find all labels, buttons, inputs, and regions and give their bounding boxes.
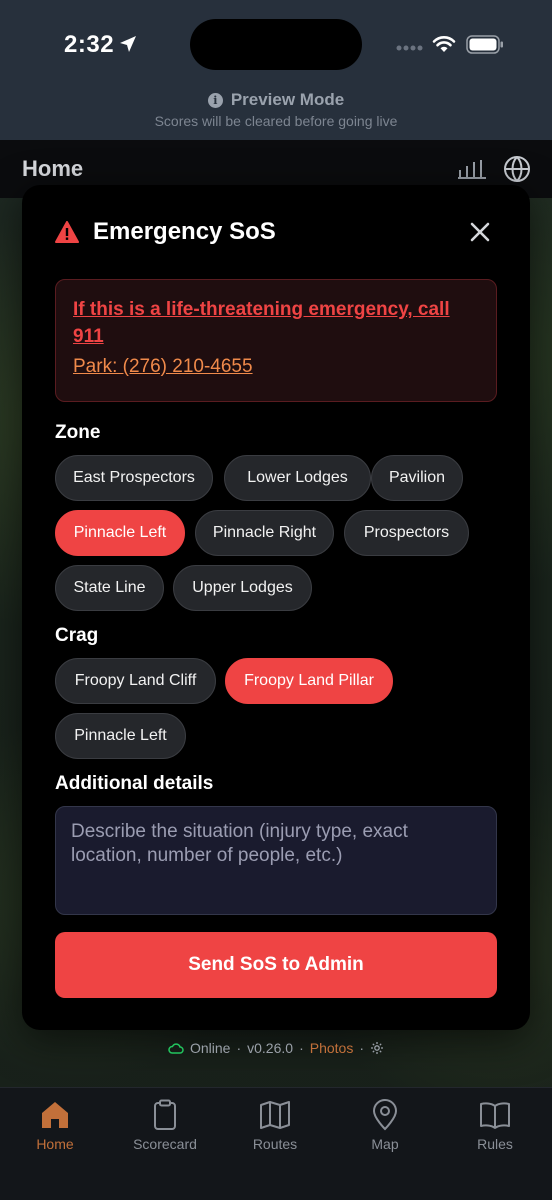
tab-label: Rules: [477, 1136, 513, 1152]
preview-title-text: Preview Mode: [230, 90, 345, 109]
version-text: v0.26.0: [247, 1040, 294, 1056]
book-icon: [480, 1102, 510, 1129]
zone-chip[interactable]: Lower Lodges: [224, 455, 371, 501]
tab-label: Map: [371, 1136, 399, 1152]
page-title: Home: [22, 156, 84, 181]
globe-icon[interactable]: [503, 155, 531, 183]
location-arrow-icon: [120, 36, 136, 52]
status-bar: 2:32: [0, 0, 552, 90]
status-time: 2:32: [64, 31, 115, 58]
details-label: Additional details: [55, 773, 214, 794]
separator: ·: [299, 1040, 304, 1056]
zone-chip[interactable]: Upper Lodges: [173, 565, 312, 611]
map-fold-icon: [260, 1101, 290, 1129]
wifi-icon: [432, 36, 456, 52]
dynamic-island: [190, 19, 362, 70]
photos-link[interactable]: Photos: [310, 1040, 354, 1056]
chart-icon[interactable]: [458, 158, 486, 180]
park-phone-link[interactable]: Park: (276) 210-4655: [73, 356, 479, 378]
online-status: Online: [189, 1040, 231, 1056]
home-icon: [42, 1102, 68, 1128]
zone-chip[interactable]: State Line: [55, 565, 164, 611]
crag-chip[interactable]: Froopy Land Cliff: [55, 658, 216, 704]
tab-label: Routes: [252, 1136, 298, 1152]
cloud-online-icon: [168, 1043, 184, 1054]
gear-icon[interactable]: [370, 1041, 384, 1055]
zone-chip[interactable]: Prospectors: [344, 510, 469, 556]
details-textarea[interactable]: [55, 806, 497, 915]
zone-chip[interactable]: East Prospectors: [55, 455, 213, 501]
emergency-alert-box: If this is a life-threatening emergency,…: [55, 279, 497, 402]
crag-label: Crag: [55, 625, 99, 646]
send-sos-button[interactable]: Send SoS to Admin: [55, 932, 497, 998]
info-icon: i: [207, 92, 223, 108]
preview-title: i Preview Mode: [207, 90, 345, 110]
tab-scorecard[interactable]: Scorecard: [110, 1098, 220, 1152]
preview-subtitle: Scores will be cleared before going live: [154, 113, 398, 129]
separator: ·: [236, 1040, 242, 1056]
warning-icon: [55, 221, 79, 243]
zone-chip[interactable]: Pavilion: [371, 455, 463, 501]
battery-icon: [466, 35, 503, 54]
call-911-link[interactable]: If this is a life-threatening emergency,…: [73, 296, 479, 350]
preview-banner: i Preview Mode Scores will be cleared be…: [0, 90, 552, 129]
close-icon[interactable]: [468, 220, 492, 244]
emergency-sos-modal: Emergency SoS If this is a life-threaten…: [22, 185, 530, 1030]
map-pin-icon: [372, 1099, 398, 1131]
tab-map[interactable]: Map: [330, 1098, 440, 1152]
crag-chip[interactable]: Froopy Land Pillar: [225, 658, 393, 704]
modal-title: Emergency SoS: [55, 218, 276, 246]
tab-bar: Home Scorecard Routes Map Rules: [0, 1087, 552, 1200]
tab-home[interactable]: Home: [0, 1098, 110, 1152]
signal-icon: [396, 45, 423, 51]
tab-label: Scorecard: [133, 1136, 197, 1152]
crag-chip[interactable]: Pinnacle Left: [55, 713, 186, 759]
tab-rules[interactable]: Rules: [440, 1098, 550, 1152]
scorecard-icon: [154, 1099, 176, 1130]
separator: ·: [359, 1040, 364, 1056]
tab-routes[interactable]: Routes: [220, 1098, 330, 1152]
zone-chip[interactable]: Pinnacle Right: [195, 510, 334, 556]
zone-chip[interactable]: Pinnacle Left: [55, 510, 185, 556]
tab-label: Home: [36, 1136, 74, 1152]
modal-title-text: Emergency SoS: [93, 218, 276, 245]
zone-label: Zone: [55, 422, 101, 443]
footer-status: Online · v0.26.0 · Photos ·: [0, 1040, 552, 1056]
